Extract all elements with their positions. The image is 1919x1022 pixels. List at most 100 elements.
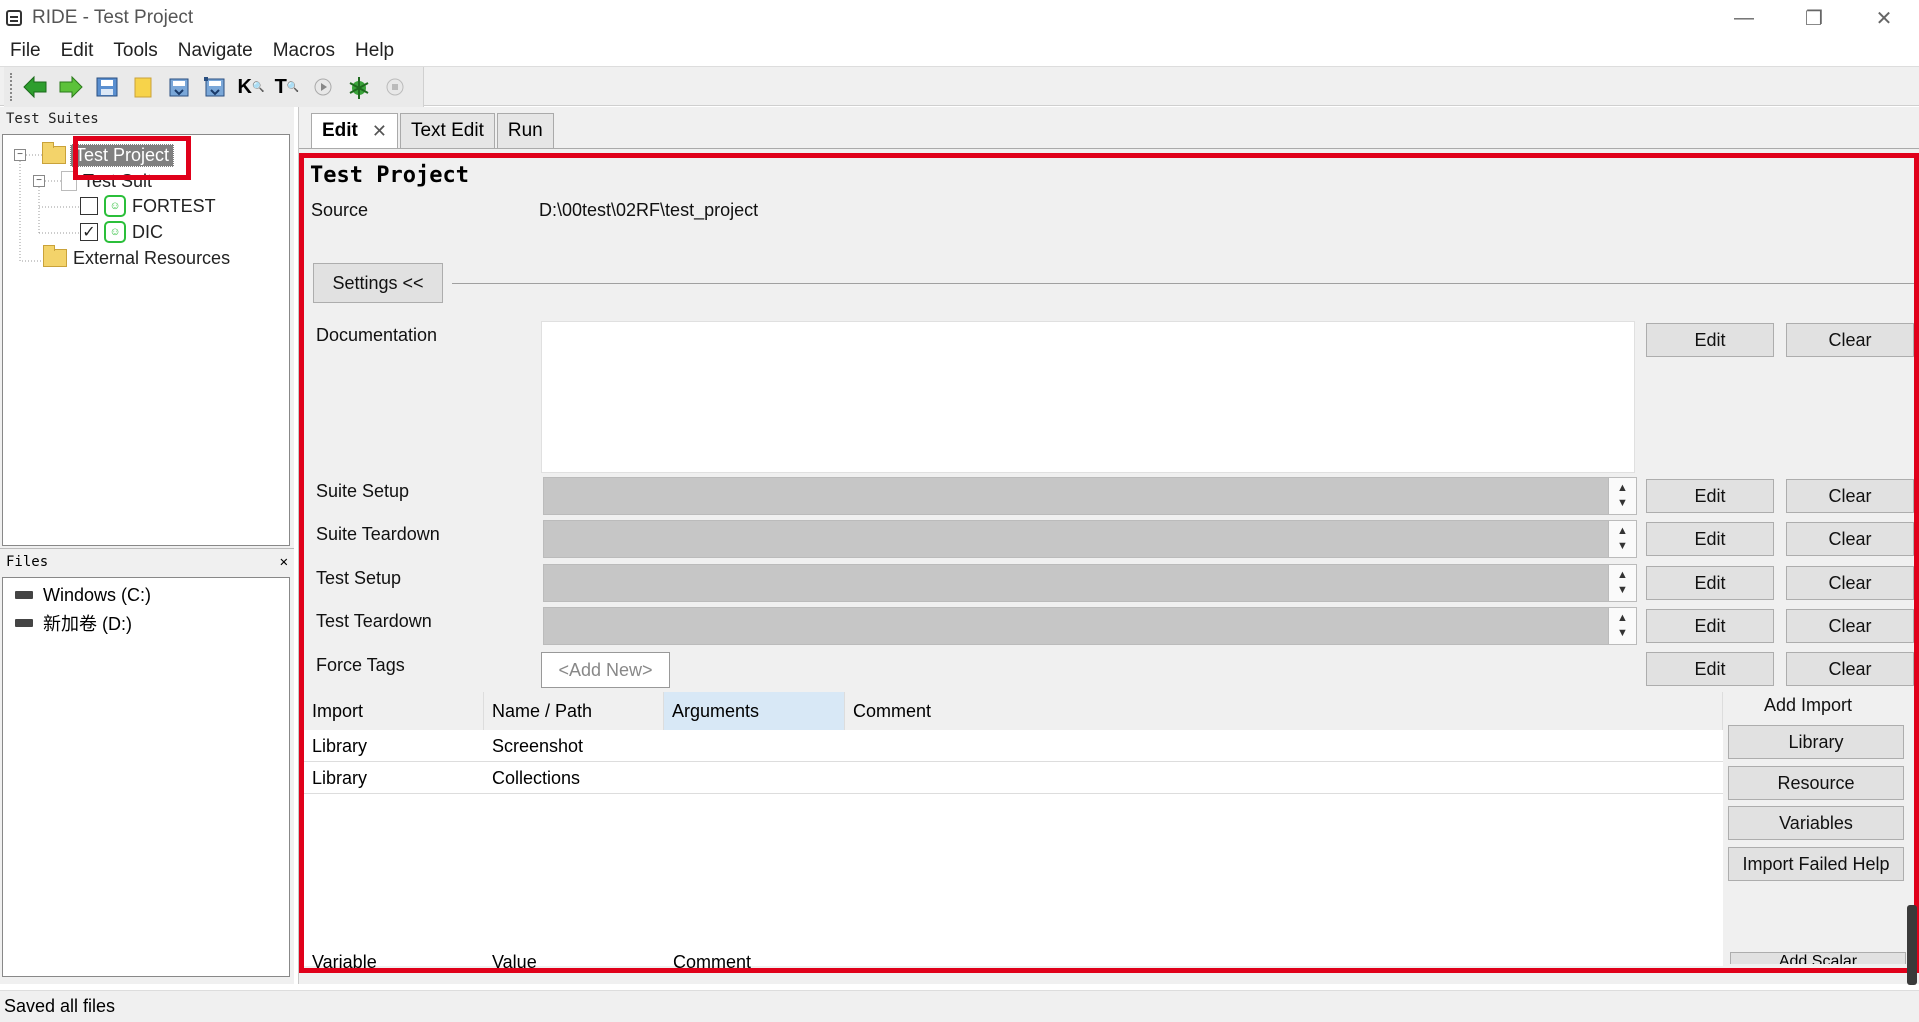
suite-teardown-edit-button[interactable]: Edit bbox=[1646, 522, 1774, 556]
back-arrow-icon[interactable] bbox=[22, 74, 48, 100]
test-teardown-edit-button[interactable]: Edit bbox=[1646, 609, 1774, 643]
test-teardown-label: Test Teardown bbox=[316, 611, 432, 631]
suite-teardown-clear-button[interactable]: Clear bbox=[1786, 522, 1914, 556]
import-header-comment[interactable]: Comment bbox=[845, 692, 1723, 730]
files-tree[interactable]: Windows (C:) 新加卷 (D:) bbox=[2, 577, 290, 977]
status-bar: Saved all files bbox=[0, 990, 1919, 1022]
import-name: Screenshot bbox=[492, 736, 584, 756]
tree-test-label[interactable]: FORTEST bbox=[132, 196, 216, 217]
menu-macros[interactable]: Macros bbox=[273, 40, 335, 62]
menu-file[interactable]: File bbox=[10, 40, 41, 62]
force-tags-clear-button[interactable]: Clear bbox=[1786, 652, 1914, 686]
table-row[interactable]: Library Screenshot bbox=[304, 730, 1723, 762]
tab-run[interactable]: Run bbox=[496, 113, 554, 148]
suite-setup-label: Suite Setup bbox=[316, 481, 410, 501]
tree-test-fortest[interactable]: ☺ FORTEST bbox=[80, 193, 216, 219]
save-as-icon[interactable] bbox=[166, 74, 192, 100]
suite-setup-clear-button[interactable]: Clear bbox=[1786, 479, 1914, 513]
import-failed-help-button[interactable]: Import Failed Help bbox=[1728, 847, 1904, 881]
close-window-button[interactable]: ✕ bbox=[1849, 0, 1919, 36]
test-setup-label: Test Setup bbox=[316, 568, 402, 588]
import-header-import[interactable]: Import bbox=[304, 692, 484, 730]
menu-help[interactable]: Help bbox=[355, 40, 394, 62]
variable-header: Variable bbox=[312, 952, 377, 968]
import-header-name[interactable]: Name / Path bbox=[484, 692, 664, 730]
variable-table-header: Variable Value Comment bbox=[304, 952, 1723, 968]
run-icon[interactable] bbox=[310, 74, 336, 100]
drive-label[interactable]: Windows (C:) bbox=[43, 585, 151, 606]
test-setup-clear-button[interactable]: Clear bbox=[1786, 566, 1914, 600]
search-keywords-icon[interactable]: K 🔍 bbox=[237, 74, 265, 100]
folder-icon[interactable] bbox=[130, 74, 156, 100]
settings-divider bbox=[452, 283, 1914, 284]
spin-icon[interactable]: ▲ ▼ bbox=[1608, 608, 1636, 644]
test-suites-tree[interactable]: − Test Project − Test Suit ☺ FORTEST ✓ ☺… bbox=[2, 134, 290, 546]
tab-label: Run bbox=[507, 120, 543, 141]
force-tags-label: Force Tags bbox=[316, 655, 405, 675]
save-all-icon[interactable] bbox=[202, 74, 228, 100]
search-tests-icon[interactable]: T 🔍 bbox=[274, 74, 300, 100]
import-type: Library bbox=[312, 736, 368, 756]
restore-button[interactable]: ❐ bbox=[1779, 0, 1849, 36]
documentation-field[interactable] bbox=[541, 321, 1635, 473]
add-resource-button[interactable]: Resource bbox=[1728, 766, 1904, 800]
drive-c[interactable]: Windows (C:) bbox=[3, 581, 289, 609]
spin-icon[interactable]: ▲ ▼ bbox=[1608, 565, 1636, 601]
drive-icon bbox=[15, 619, 33, 627]
toolbar-grip[interactable] bbox=[10, 73, 14, 101]
tree-external-resources[interactable]: External Resources bbox=[43, 245, 230, 271]
test-teardown-field[interactable]: ▲ ▼ bbox=[543, 607, 1637, 645]
debug-bug-icon[interactable] bbox=[346, 74, 372, 100]
import-type: Library bbox=[312, 768, 368, 788]
test-setup-edit-button[interactable]: Edit bbox=[1646, 566, 1774, 600]
close-icon[interactable]: ✕ bbox=[280, 554, 288, 570]
collapse-icon[interactable]: − bbox=[14, 149, 26, 161]
drive-d[interactable]: 新加卷 (D:) bbox=[3, 609, 289, 637]
folder-icon bbox=[42, 142, 66, 164]
import-table[interactable]: Import Name / Path Arguments Comment Lib… bbox=[304, 692, 1723, 966]
menu-edit[interactable]: Edit bbox=[61, 40, 94, 62]
close-icon[interactable]: ✕ bbox=[372, 121, 387, 142]
spin-icon[interactable]: ▲ ▼ bbox=[1608, 521, 1636, 557]
add-variables-button[interactable]: Variables bbox=[1728, 806, 1904, 840]
tab-text-edit[interactable]: Text Edit bbox=[399, 113, 495, 148]
menu-tools[interactable]: Tools bbox=[113, 40, 157, 62]
source-value: D:\00test\02RF\test_project bbox=[539, 200, 759, 220]
tree-external-label[interactable]: External Resources bbox=[73, 248, 230, 269]
suite-teardown-field[interactable]: ▲ ▼ bbox=[543, 520, 1637, 558]
save-icon[interactable] bbox=[94, 74, 120, 100]
documentation-clear-button[interactable]: Clear bbox=[1786, 323, 1914, 357]
tree-test-dic[interactable]: ✓ ☺ DIC bbox=[80, 219, 163, 245]
forward-arrow-icon[interactable] bbox=[58, 74, 84, 100]
suite-setup-field[interactable]: ▲ ▼ bbox=[543, 477, 1637, 515]
collapse-icon[interactable]: − bbox=[33, 175, 45, 187]
add-library-button[interactable]: Library bbox=[1728, 725, 1904, 759]
tab-edit[interactable]: Edit ✕ bbox=[311, 113, 398, 148]
import-header-arguments[interactable]: Arguments bbox=[664, 692, 845, 730]
robot-test-icon: ☺ bbox=[104, 221, 126, 243]
add-scalar-button[interactable]: Add Scalar bbox=[1730, 952, 1906, 964]
minimize-button[interactable]: — bbox=[1709, 0, 1779, 36]
dic-checkbox[interactable]: ✓ bbox=[80, 223, 98, 241]
settings-toggle-button[interactable]: Settings << bbox=[313, 263, 443, 303]
test-teardown-clear-button[interactable]: Clear bbox=[1786, 609, 1914, 643]
documentation-edit-button[interactable]: Edit bbox=[1646, 323, 1774, 357]
k-glyph: K bbox=[237, 75, 252, 98]
spin-icon[interactable]: ▲ ▼ bbox=[1608, 478, 1636, 514]
table-row[interactable]: Library Collections bbox=[304, 762, 1723, 794]
scrollbar[interactable] bbox=[1907, 905, 1917, 985]
test-setup-field[interactable]: ▲ ▼ bbox=[543, 564, 1637, 602]
tree-test-label[interactable]: DIC bbox=[132, 222, 163, 243]
status-text: Saved all files bbox=[4, 996, 116, 1016]
window-controls: — ❐ ✕ bbox=[1709, 0, 1919, 36]
menu-navigate[interactable]: Navigate bbox=[178, 40, 253, 62]
fortest-checkbox[interactable] bbox=[80, 197, 98, 215]
value-header: Value bbox=[492, 952, 537, 968]
left-panel: Test Suites − Test Project − Test Suit ☺… bbox=[0, 107, 294, 984]
stop-icon[interactable] bbox=[382, 74, 408, 100]
add-new-tag-input[interactable]: <Add New> bbox=[541, 652, 670, 688]
title-bar: RIDE - Test Project — ❐ ✕ bbox=[0, 0, 1919, 36]
suite-setup-edit-button[interactable]: Edit bbox=[1646, 479, 1774, 513]
force-tags-edit-button[interactable]: Edit bbox=[1646, 652, 1774, 686]
drive-label[interactable]: 新加卷 (D:) bbox=[43, 610, 132, 636]
